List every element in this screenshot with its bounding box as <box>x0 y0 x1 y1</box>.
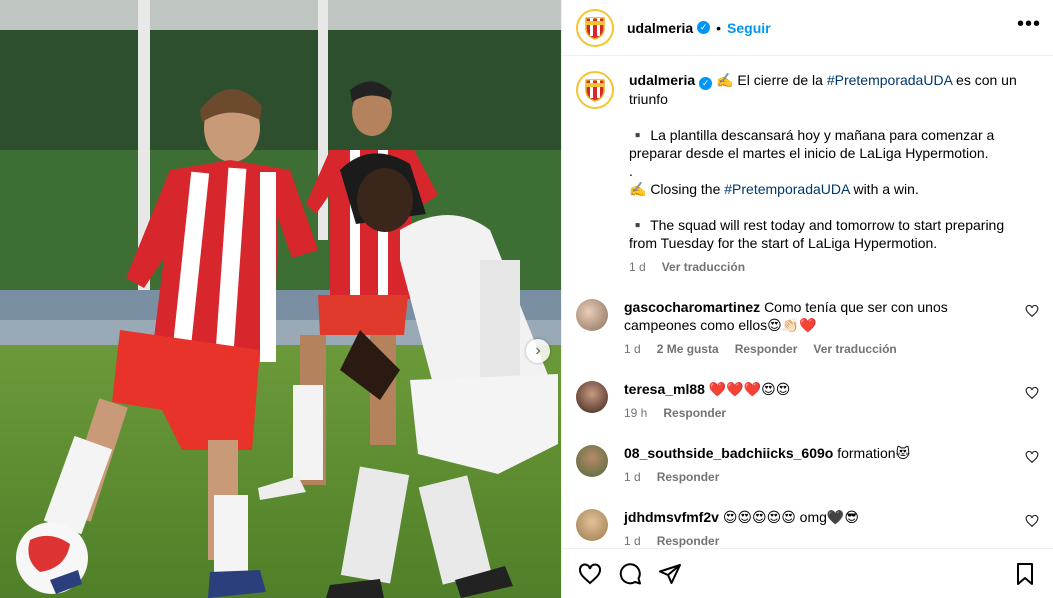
reply-button[interactable]: Responder <box>663 404 726 422</box>
post-image[interactable]: › <box>0 0 561 598</box>
football-photo <box>0 0 561 598</box>
comment-time[interactable]: 1 d <box>624 340 641 358</box>
translate-link[interactable]: Ver traducción <box>813 340 896 358</box>
caption-line-2: ▪️ La plantilla descansará hoy y mañana … <box>629 126 995 161</box>
heart-icon[interactable] <box>578 562 602 586</box>
comment-item: 08_southside_badchiicks_609o formation😻 … <box>576 444 1039 486</box>
comment-time[interactable]: 19 h <box>624 404 647 422</box>
comment-time[interactable]: 1 d <box>624 532 641 549</box>
verified-badge-icon: ✓ <box>699 76 713 90</box>
reply-button[interactable]: Responder <box>657 468 720 486</box>
comment-username[interactable]: jdhdmsvfmf2v <box>624 509 719 525</box>
comment-text: formation😻 <box>837 444 911 461</box>
caption-meta: 1 d Ver traducción <box>629 258 1029 276</box>
comment-icon[interactable] <box>618 562 642 586</box>
comment-username[interactable]: teresa_ml88 <box>624 381 705 397</box>
action-bar <box>562 548 1053 598</box>
comment-text: 😍😍😍😍😍 omg🖤😎 <box>722 508 859 525</box>
comment-meta: 1 d Responder <box>624 468 1009 486</box>
chevron-right-icon: › <box>535 342 541 359</box>
hashtag-link[interactable]: #PretemporadaUDA <box>724 181 849 197</box>
heart-icon[interactable] <box>1025 304 1039 318</box>
comment-item: jdhdmsvfmf2v 😍😍😍😍😍 omg🖤😎 1 d Responder <box>576 508 1039 549</box>
post-header: udalmeria ✓ • Seguir ••• <box>562 0 1053 56</box>
avatar[interactable] <box>576 380 608 413</box>
more-options-icon[interactable]: ••• <box>1017 14 1041 34</box>
caption-text: ✍️ Closing the <box>629 180 725 197</box>
avatar[interactable] <box>576 8 614 47</box>
translate-link[interactable]: Ver traducción <box>662 258 745 276</box>
comment-meta: 19 h Responder <box>624 404 1009 422</box>
comment-text: ❤️❤️❤️😍😍 <box>708 380 791 397</box>
post-side-panel: udalmeria ✓ • Seguir ••• udalmeria ✓ ✍️ … <box>561 0 1053 598</box>
caption-line-1: udalmeria ✓ ✍️ El cierre de la #Pretempor… <box>629 71 1029 108</box>
heart-icon[interactable] <box>1025 514 1039 528</box>
reply-button[interactable]: Responder <box>735 340 798 358</box>
comment-time[interactable]: 1 d <box>624 468 641 486</box>
comment-item: teresa_ml88 ❤️❤️❤️😍😍 19 h Responder <box>576 380 1039 422</box>
caption-time[interactable]: 1 d <box>629 258 646 276</box>
comment-meta: 1 d 2 Me gusta Responder Ver traducción <box>624 340 1009 358</box>
comment-likes[interactable]: 2 Me gusta <box>657 340 719 358</box>
verified-badge-icon: ✓ <box>697 21 711 34</box>
caption-line-4: ✍️ Closing the #PretemporadaUDA with a w… <box>629 180 1029 198</box>
post-caption: udalmeria ✓ ✍️ El cierre de la #Pretempor… <box>576 71 1039 276</box>
next-photo-button[interactable]: › <box>526 339 550 363</box>
comment-username[interactable]: 08_southside_badchiicks_609o <box>624 445 833 461</box>
header-username[interactable]: udalmeria <box>627 20 693 36</box>
separator-dot: • <box>716 19 722 36</box>
heart-icon[interactable] <box>1025 450 1039 464</box>
heart-icon[interactable] <box>1025 386 1039 400</box>
hashtag-link[interactable]: #PretemporadaUDA <box>827 72 952 88</box>
avatar[interactable] <box>576 444 608 477</box>
bookmark-icon[interactable] <box>1013 562 1037 586</box>
caption-text: with a win. <box>849 180 919 197</box>
avatar[interactable] <box>576 508 608 541</box>
avatar[interactable] <box>576 298 608 331</box>
club-crest-icon <box>581 14 609 42</box>
reply-button[interactable]: Responder <box>657 532 720 549</box>
comment-item: gascocharomartinez Como tenía que ser co… <box>576 298 1039 358</box>
caption-line-5: ▪️ The squad will rest today and tomorro… <box>629 216 1005 251</box>
follow-button[interactable]: Seguir <box>727 20 771 36</box>
avatar[interactable] <box>576 71 614 109</box>
comment-meta: 1 d Responder <box>624 532 1009 549</box>
club-crest-icon <box>581 76 609 104</box>
caption-text: ✍️ El cierre de la <box>716 72 827 88</box>
share-icon[interactable] <box>658 562 682 586</box>
caption-username[interactable]: udalmeria <box>629 72 695 88</box>
comment-username[interactable]: gascocharomartinez <box>624 299 760 315</box>
caption-line-3: . <box>629 162 633 179</box>
comments-area[interactable]: udalmeria ✓ ✍️ El cierre de la #Pretempor… <box>562 57 1053 548</box>
